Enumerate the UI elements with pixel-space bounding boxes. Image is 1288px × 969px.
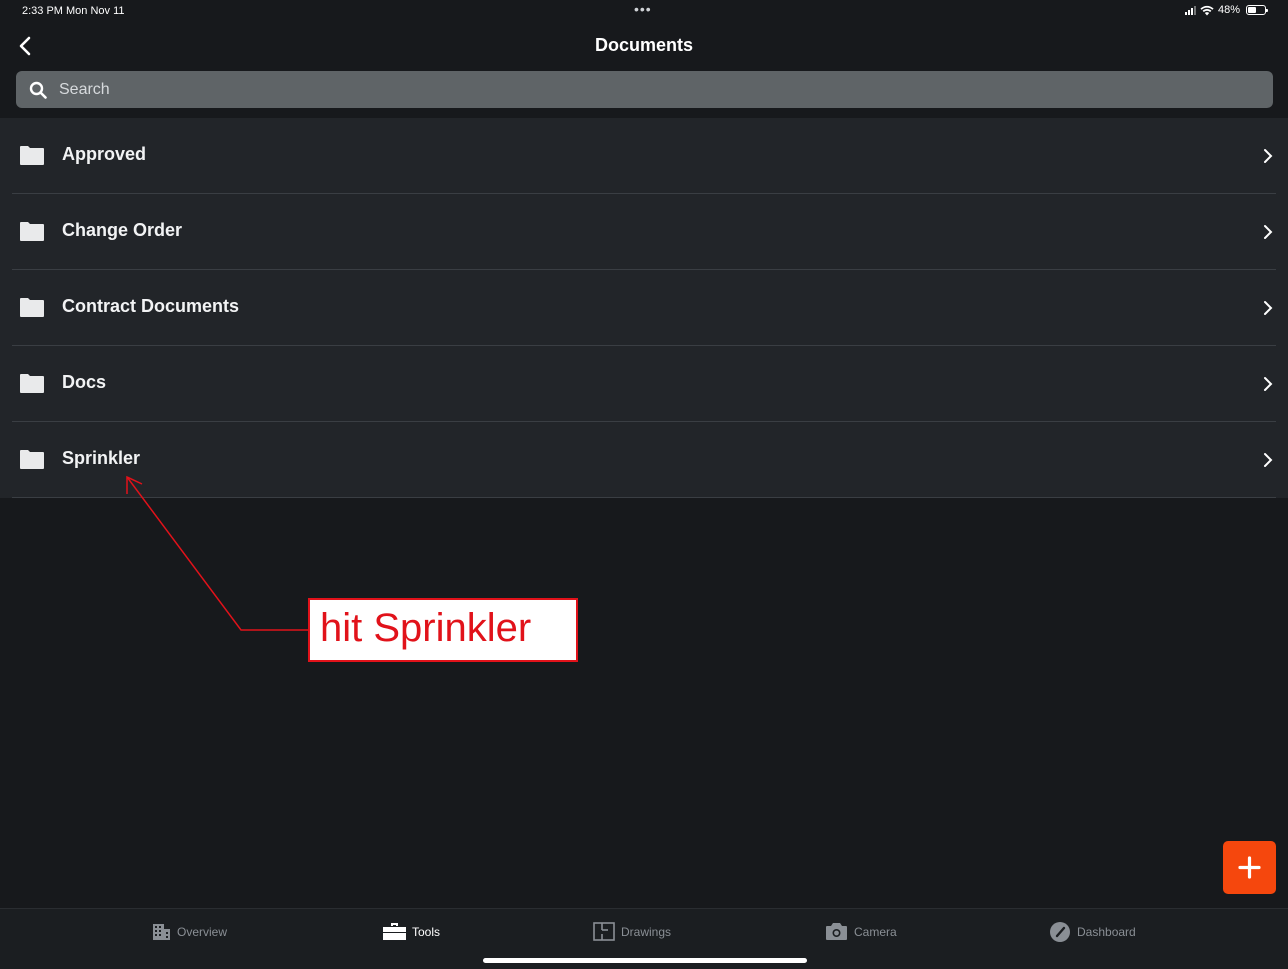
folder-list: Approved Change Order Contract Documents… — [0, 118, 1288, 498]
chevron-right-icon — [1264, 377, 1273, 391]
status-bar: 2:33 PM Mon Nov 11 ••• 48% — [0, 0, 1288, 22]
battery-fill — [1248, 7, 1256, 13]
multitasking-dots[interactable]: ••• — [634, 1, 652, 17]
folder-label: Sprinkler — [62, 448, 141, 468]
folder-label: Change Order — [62, 220, 183, 240]
folder-label: Docs — [62, 372, 107, 392]
chevron-right-icon — [1264, 225, 1273, 239]
annotation-callout: hit Sprinkler — [308, 598, 578, 662]
folder-label: Contract Documents — [62, 296, 240, 316]
navigation-bar: Documents — [0, 22, 1288, 68]
chevron-right-icon — [1264, 301, 1273, 315]
folder-icon — [20, 222, 44, 241]
camera-icon — [826, 923, 847, 940]
floorplan-icon — [593, 922, 615, 941]
gauge-icon — [1050, 922, 1070, 942]
search-input[interactable]: Search — [16, 71, 1273, 108]
add-button[interactable] — [1223, 841, 1276, 894]
cellular-signal-icon — [1184, 5, 1196, 15]
folder-icon — [20, 298, 44, 317]
battery-percent: 48% — [1217, 4, 1240, 16]
tab-label: Camera — [854, 924, 897, 939]
annotation-text: hit Sprinkler — [320, 606, 532, 650]
home-indicator[interactable] — [483, 958, 807, 963]
tab-tools[interactable]: Tools — [383, 922, 440, 941]
tab-label: Dashboard — [1077, 925, 1136, 939]
building-icon — [153, 924, 170, 940]
tab-drawings[interactable]: Drawings — [593, 922, 671, 941]
tab-overview[interactable]: Overview — [152, 922, 227, 941]
folder-icon — [20, 374, 44, 393]
tab-label: Overview — [177, 924, 228, 939]
folder-row-change-order[interactable]: Change Order — [12, 194, 1276, 270]
folder-row-sprinkler[interactable]: Sprinkler — [12, 422, 1276, 498]
tab-camera[interactable]: Camera — [825, 922, 897, 941]
tab-label: Drawings — [621, 924, 672, 939]
tab-label: Tools — [412, 924, 441, 939]
chevron-right-icon — [1264, 149, 1273, 163]
folder-icon — [20, 146, 44, 165]
plus-icon — [1238, 856, 1261, 879]
folder-row-approved[interactable]: Approved — [12, 118, 1276, 194]
search-placeholder: Search — [59, 81, 110, 98]
status-indicators: 48% — [1184, 4, 1268, 16]
folder-row-contract-documents[interactable]: Contract Documents — [12, 270, 1276, 346]
folder-icon — [20, 450, 44, 469]
chevron-right-icon — [1264, 453, 1273, 467]
toolbox-icon — [383, 923, 406, 940]
status-time: 2:33 PM Mon Nov 11 — [22, 5, 125, 17]
folder-label: Approved — [62, 144, 147, 164]
wifi-icon — [1200, 5, 1214, 15]
battery-icon — [1246, 5, 1268, 15]
page-title: Documents — [594, 35, 693, 55]
search-icon — [29, 81, 47, 99]
folder-row-docs[interactable]: Docs — [12, 346, 1276, 422]
tab-dashboard[interactable]: Dashboard — [1049, 922, 1136, 942]
